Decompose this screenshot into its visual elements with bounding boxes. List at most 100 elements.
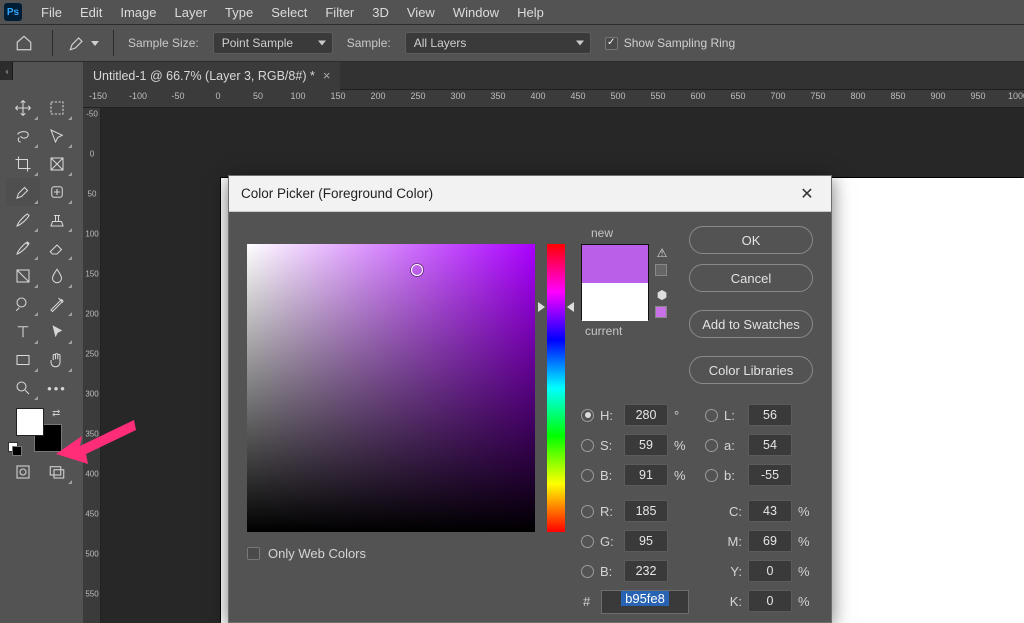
h-input[interactable]: 280 [624, 404, 668, 426]
hue-slider[interactable] [547, 244, 565, 532]
r-radio[interactable] [581, 505, 594, 518]
h-radio[interactable] [581, 409, 594, 422]
blur-tool[interactable] [40, 262, 74, 290]
h-row: H: 280 ° [581, 404, 688, 426]
y-input[interactable]: 0 [748, 560, 792, 582]
frame-tool[interactable] [40, 150, 74, 178]
cancel-button[interactable]: Cancel [689, 264, 813, 292]
sample-select[interactable]: All Layers [405, 32, 591, 54]
l-radio[interactable] [705, 409, 718, 422]
bv-row: B: 91 % [581, 464, 688, 486]
s-radio[interactable] [581, 439, 594, 452]
lasso-tool[interactable] [6, 122, 40, 150]
clone-stamp-tool[interactable] [40, 206, 74, 234]
ok-button[interactable]: OK [689, 226, 813, 254]
menu-file[interactable]: File [32, 0, 71, 24]
quick-select-tool[interactable] [40, 122, 74, 150]
hand-tool[interactable] [40, 346, 74, 374]
b-input[interactable]: -55 [748, 464, 792, 486]
brush-tool[interactable] [6, 206, 40, 234]
r-row: R: 185 [581, 500, 668, 522]
bv-radio[interactable] [581, 469, 594, 482]
default-colors-icon[interactable] [8, 442, 20, 454]
c-row: C: 43 % [724, 500, 812, 522]
dodge-tool[interactable] [6, 290, 40, 318]
eyedropper-tool[interactable] [6, 178, 40, 206]
healing-brush-tool[interactable] [40, 178, 74, 206]
dialog-titlebar[interactable]: Color Picker (Foreground Color) ✕ [229, 176, 831, 212]
show-sampling-ring-checkbox[interactable]: Show Sampling Ring [605, 36, 735, 50]
home-button[interactable] [10, 31, 38, 55]
websafe-color-icon[interactable] [655, 306, 667, 318]
type-tool[interactable] [6, 318, 40, 346]
menu-view[interactable]: View [398, 0, 444, 24]
sv-cursor-icon [411, 264, 423, 276]
path-select-tool[interactable] [40, 318, 74, 346]
k-input[interactable]: 0 [748, 590, 792, 612]
edit-toolbar-button[interactable]: ••• [40, 374, 74, 402]
g-radio[interactable] [581, 535, 594, 548]
a-radio[interactable] [705, 439, 718, 452]
screen-mode-button[interactable] [40, 458, 74, 486]
hex-label: # [583, 594, 590, 609]
g-input[interactable]: 95 [624, 530, 668, 552]
menu-help[interactable]: Help [508, 0, 553, 24]
bv-input[interactable]: 91 [624, 464, 668, 486]
marquee-tool[interactable] [40, 94, 74, 122]
menu-edit[interactable]: Edit [71, 0, 111, 24]
menu-layer[interactable]: Layer [166, 0, 217, 24]
crop-tool[interactable] [6, 150, 40, 178]
checkbox-icon [605, 37, 618, 50]
checkbox-icon [247, 547, 260, 560]
menu-filter[interactable]: Filter [316, 0, 363, 24]
menu-select[interactable]: Select [262, 0, 316, 24]
current-color-swatch[interactable] [582, 283, 648, 321]
saturation-value-field[interactable] [247, 244, 535, 532]
foreground-color-swatch[interactable] [16, 408, 44, 436]
sample-size-select[interactable]: Point Sample [213, 32, 333, 54]
new-color-swatch[interactable] [582, 245, 648, 283]
quick-mask-button[interactable] [6, 458, 40, 486]
r-input[interactable]: 185 [624, 500, 668, 522]
eyedropper-preset-icon[interactable] [67, 33, 99, 53]
menu-3d[interactable]: 3D [363, 0, 398, 24]
toolbox: ••• ⇄ [4, 90, 78, 490]
l-input[interactable]: 56 [748, 404, 792, 426]
close-icon[interactable]: ✕ [795, 182, 819, 206]
m-row: M: 69 % [724, 530, 812, 552]
pen-tool[interactable] [40, 290, 74, 318]
color-libraries-button[interactable]: Color Libraries [689, 356, 813, 384]
move-tool[interactable] [6, 94, 40, 122]
rectangle-tool[interactable] [6, 346, 40, 374]
collapse-panels-button[interactable] [0, 62, 13, 80]
menu-bar: Ps File Edit Image Layer Type Select Fil… [0, 0, 1024, 24]
sample-size-label: Sample Size: [128, 36, 199, 50]
s-input[interactable]: 59 [624, 434, 668, 456]
zoom-tool[interactable] [6, 374, 40, 402]
dialog-title: Color Picker (Foreground Color) [241, 186, 433, 201]
bb-input[interactable]: 232 [624, 560, 668, 582]
only-web-colors-checkbox[interactable]: Only Web Colors [247, 546, 366, 561]
document-tab-title: Untitled-1 @ 66.7% (Layer 3, RGB/8#) * [93, 69, 315, 83]
gradient-tool[interactable] [6, 262, 40, 290]
bb-radio[interactable] [581, 565, 594, 578]
b-radio[interactable] [705, 469, 718, 482]
menu-type[interactable]: Type [216, 0, 262, 24]
a-input[interactable]: 54 [748, 434, 792, 456]
document-tab[interactable]: Untitled-1 @ 66.7% (Layer 3, RGB/8#) * × [83, 62, 340, 90]
hue-handle-icon [538, 302, 545, 312]
menu-image[interactable]: Image [111, 0, 165, 24]
m-input[interactable]: 69 [748, 530, 792, 552]
gamut-color-icon[interactable] [655, 264, 667, 276]
history-brush-tool[interactable] [6, 234, 40, 262]
c-input[interactable]: 43 [748, 500, 792, 522]
websafe-warning-icon[interactable]: ⬢ [655, 288, 669, 302]
add-to-swatches-button[interactable]: Add to Swatches [689, 310, 813, 338]
close-tab-icon[interactable]: × [323, 68, 331, 83]
document-tabs: Untitled-1 @ 66.7% (Layer 3, RGB/8#) * × [83, 62, 1024, 90]
hex-input[interactable]: b95fe8 [601, 590, 689, 614]
eraser-tool[interactable] [40, 234, 74, 262]
gamut-warning-icon[interactable]: ⚠ [655, 246, 669, 260]
swap-colors-icon[interactable]: ⇄ [52, 408, 60, 419]
menu-window[interactable]: Window [444, 0, 508, 24]
